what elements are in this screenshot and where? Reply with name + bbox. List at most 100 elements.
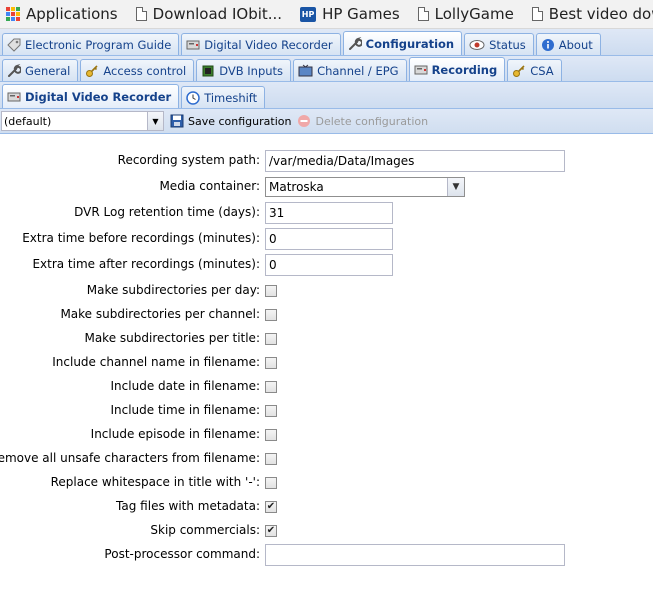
profile-value: (default) <box>4 114 52 128</box>
save-configuration-label: Save configuration <box>188 114 292 128</box>
checkmark-icon: ✔ <box>266 501 276 512</box>
bookmark-label: Applications <box>26 5 118 23</box>
date-in-filename-label: Include date in filename: <box>110 379 260 393</box>
row-extra-after: Extra time after recordings (minutes): <box>0 253 653 277</box>
tab-label: Configuration <box>365 36 455 51</box>
bookmark-label: Download IObit... <box>152 5 283 23</box>
tv-icon <box>298 64 313 78</box>
subdir-per-title-label: Make subdirectories per title: <box>84 331 260 345</box>
bookmark-label: Best video dow... <box>548 5 653 23</box>
row-remove-unsafe-chars: Remove all unsafe characters from filena… <box>0 447 653 471</box>
post-processor-input[interactable] <box>265 544 565 566</box>
log-retention-input[interactable] <box>265 202 393 224</box>
tab-label: General <box>25 63 71 78</box>
bookmark-label: LollyGame <box>434 5 514 23</box>
row-post-processor: Post-processor command: <box>0 543 653 567</box>
row-tag-metadata: Tag files with metadata: ✔ <box>0 495 653 519</box>
tab-label: Digital Video Recorder <box>204 37 333 52</box>
subdir-per-channel-checkbox[interactable] <box>265 309 277 321</box>
recording-path-input[interactable] <box>265 150 565 172</box>
row-subdir-per-day: Make subdirectories per day: <box>0 279 653 303</box>
tab-recording[interactable]: Recording <box>408 57 506 81</box>
extra-after-input[interactable] <box>265 254 393 276</box>
tab-epg[interactable]: Electronic Program Guide <box>2 33 180 55</box>
bookmark-lollygame[interactable]: LollyGame <box>417 5 514 23</box>
main-tabbar: Electronic Program Guide Digital Video R… <box>0 29 653 56</box>
extra-before-input[interactable] <box>265 228 393 250</box>
recording-form: Recording system path: Media container: … <box>0 135 653 590</box>
tab-general[interactable]: General <box>2 59 79 81</box>
save-configuration-button[interactable]: Save configuration <box>170 114 291 128</box>
bookmark-hp-games[interactable]: HP HP Games <box>300 5 400 23</box>
remove-unsafe-chars-checkbox[interactable] <box>265 453 277 465</box>
skip-commercials-checkbox[interactable]: ✔ <box>265 525 277 537</box>
tab-label: Status <box>489 37 526 52</box>
page-icon <box>531 7 543 21</box>
tab-about[interactable]: About <box>535 33 601 55</box>
tab-access-control[interactable]: Access control <box>80 59 195 81</box>
tag-icon <box>7 38 21 52</box>
tab-label: DVB Inputs <box>219 63 284 78</box>
wrench-icon <box>7 63 21 78</box>
config-tabbar: General Access control DVB Inputs Channe… <box>0 56 653 82</box>
recording-path-label: Recording system path: <box>117 153 260 167</box>
tab-label: Electronic Program Guide <box>25 37 172 52</box>
delete-icon <box>297 114 311 128</box>
replace-whitespace-label: Replace whitespace in title with '-': <box>50 475 260 489</box>
bookmark-applications[interactable]: Applications <box>6 5 118 23</box>
tab-dvb-inputs[interactable]: DVB Inputs <box>196 59 292 81</box>
row-subdir-per-channel: Make subdirectories per channel: <box>0 303 653 327</box>
row-recording-path: Recording system path: <box>0 149 653 173</box>
bookmark-best-video[interactable]: Best video dow... <box>531 5 653 23</box>
chip-icon <box>201 64 215 78</box>
tab-label: Timeshift <box>204 90 258 105</box>
date-in-filename-checkbox[interactable] <box>265 381 277 393</box>
tab-status[interactable]: Status <box>464 33 534 55</box>
episode-in-filename-label: Include episode in filename: <box>90 427 260 441</box>
tab-label: Channel / EPG <box>317 63 399 78</box>
replace-whitespace-checkbox[interactable] <box>265 477 277 489</box>
tab-dvr[interactable]: Digital Video Recorder <box>181 33 341 55</box>
dvr-icon <box>414 64 428 76</box>
media-container-label: Media container: <box>159 179 260 193</box>
delete-configuration-button[interactable]: Delete configuration <box>297 114 428 128</box>
subdir-per-day-checkbox[interactable] <box>265 285 277 297</box>
extra-after-label: Extra time after recordings (minutes): <box>32 257 260 271</box>
tab-timeshift[interactable]: Timeshift <box>181 86 266 108</box>
tab-csa[interactable]: CSA <box>507 59 562 81</box>
delete-configuration-label: Delete configuration <box>315 114 429 128</box>
tab-label: Recording <box>431 62 498 77</box>
eye-icon <box>469 39 485 51</box>
bookmark-download-iobit[interactable]: Download IObit... <box>135 5 283 23</box>
clock-icon <box>186 90 200 105</box>
dvr-icon <box>186 39 200 51</box>
time-in-filename-checkbox[interactable] <box>265 405 277 417</box>
channel-name-in-filename-checkbox[interactable] <box>265 357 277 369</box>
media-container-value: Matroska <box>269 180 324 194</box>
episode-in-filename-checkbox[interactable] <box>265 429 277 441</box>
chevron-down-icon[interactable]: ▼ <box>447 178 464 196</box>
tab-label: Digital Video Recorder <box>25 89 172 104</box>
post-processor-label: Post-processor command: <box>104 547 260 561</box>
tag-metadata-checkbox[interactable]: ✔ <box>265 501 277 513</box>
remove-unsafe-chars-label: Remove all unsafe characters from filena… <box>0 451 260 465</box>
subdir-per-channel-label: Make subdirectories per channel: <box>60 307 260 321</box>
page-icon <box>417 7 429 21</box>
media-container-select[interactable]: Matroska ▼ <box>265 177 465 197</box>
skip-commercials-label: Skip commercials: <box>150 523 260 537</box>
profile-select[interactable]: (default) ▼ <box>1 111 164 131</box>
time-in-filename-label: Include time in filename: <box>110 403 260 417</box>
tab-label: CSA <box>530 63 554 78</box>
row-replace-whitespace: Replace whitespace in title with '-': <box>0 471 653 495</box>
row-log-retention: DVR Log retention time (days): <box>0 201 653 225</box>
tab-recording-dvr[interactable]: Digital Video Recorder <box>2 84 180 108</box>
subdir-per-title-checkbox[interactable] <box>265 333 277 345</box>
info-icon <box>541 38 555 52</box>
chevron-down-icon[interactable]: ▼ <box>147 112 163 130</box>
tab-configuration[interactable]: Configuration <box>342 31 463 55</box>
tab-channel-epg[interactable]: Channel / EPG <box>293 59 407 81</box>
hp-icon: HP <box>300 6 317 22</box>
tag-metadata-label: Tag files with metadata: <box>116 499 260 513</box>
dvr-icon <box>7 91 21 103</box>
tab-label: About <box>558 37 593 52</box>
